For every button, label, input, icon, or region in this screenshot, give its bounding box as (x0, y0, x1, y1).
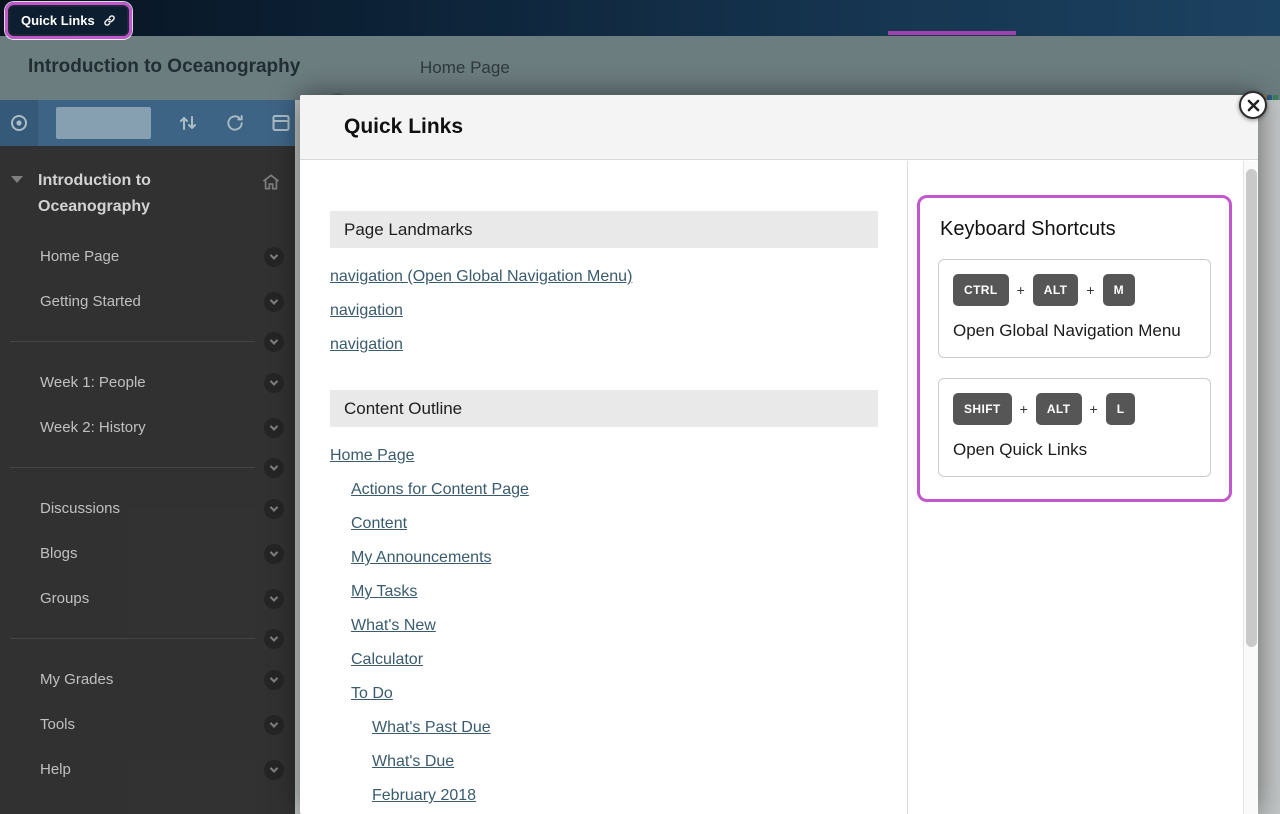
dialog-header: Quick Links (300, 95, 1258, 160)
outline-link[interactable]: What's Due (372, 753, 454, 770)
dialog-close-button[interactable] (1239, 91, 1267, 119)
outline-item: What's Due (330, 745, 878, 779)
keycap: M (1103, 274, 1135, 306)
content-outline-heading: Content Outline (330, 390, 878, 427)
outline-item: Calculator (330, 643, 878, 677)
plus-separator: + (1086, 282, 1094, 298)
landmark-link[interactable]: navigation (Open Global Navigation Menu) (330, 268, 632, 285)
dialog-scrollbar[interactable] (1243, 161, 1258, 814)
outline-item: What's New (330, 609, 878, 643)
outline-item: Actions for Content Page (330, 473, 878, 507)
quick-links-label: Quick Links (21, 13, 95, 28)
keycap: ALT (1033, 274, 1079, 306)
shortcut-card: CTRL + ALT + M Open Global Navigation Me… (938, 259, 1211, 358)
keycap: CTRL (953, 274, 1009, 306)
shortcut-description: Open Quick Links (953, 437, 1196, 462)
plus-separator: + (1020, 401, 1028, 417)
outline-link[interactable]: February 2018 (372, 787, 476, 804)
landmark-link[interactable]: navigation (330, 336, 403, 353)
content-outline-list: Home Page Actions for Content Page Conte… (330, 439, 878, 813)
landmarks-column: Page Landmarks navigation (Open Global N… (330, 161, 878, 813)
quick-links-button[interactable]: Quick Links (10, 7, 127, 34)
page-landmarks-heading: Page Landmarks (330, 211, 878, 248)
shortcut-description: Open Global Navigation Menu (953, 318, 1196, 343)
shortcuts-column: Keyboard Shortcuts CTRL + ALT + M Open G… (908, 161, 1242, 814)
outline-item: My Tasks (330, 575, 878, 609)
close-icon (1247, 99, 1260, 112)
outline-link[interactable]: Actions for Content Page (351, 481, 529, 498)
outline-link[interactable]: Content (351, 515, 407, 532)
outline-link[interactable]: What's New (351, 617, 436, 634)
outline-item: What's Past Due (330, 711, 878, 745)
shortcut-keys: CTRL + ALT + M (953, 274, 1196, 306)
shortcut-card: SHIFT + ALT + L Open Quick Links (938, 378, 1211, 477)
keycap: ALT (1036, 393, 1082, 425)
keyboard-shortcuts-box: Keyboard Shortcuts CTRL + ALT + M Open G… (917, 195, 1232, 502)
outline-item: To Do (330, 677, 878, 711)
outline-link[interactable]: My Announcements (351, 549, 492, 566)
keycap: SHIFT (953, 393, 1012, 425)
shortcut-keys: SHIFT + ALT + L (953, 393, 1196, 425)
dialog-body: Page Landmarks navigation (Open Global N… (300, 161, 1258, 814)
outline-link[interactable]: What's Past Due (372, 719, 491, 736)
outline-item: Home Page (330, 439, 878, 473)
blackboard-page: Quick Links Introduction to Oceanography… (0, 0, 1280, 814)
outline-link[interactable]: Calculator (351, 651, 423, 668)
landmark-item: navigation (330, 294, 878, 328)
dialog-title: Quick Links (344, 115, 463, 139)
landmark-item: navigation (Open Global Navigation Menu) (330, 260, 878, 294)
plus-separator: + (1017, 282, 1025, 298)
page-landmarks-list: navigation (Open Global Navigation Menu)… (330, 260, 878, 362)
scrollbar-thumb[interactable] (1246, 169, 1257, 647)
outline-link[interactable]: Home Page (330, 447, 415, 464)
outline-item: My Announcements (330, 541, 878, 575)
outline-link[interactable]: My Tasks (351, 583, 417, 600)
outline-link[interactable]: To Do (351, 685, 393, 702)
keyboard-shortcuts-heading: Keyboard Shortcuts (940, 218, 1211, 241)
outline-item: Content (330, 507, 878, 541)
keycap: L (1106, 393, 1136, 425)
landmark-link[interactable]: navigation (330, 302, 403, 319)
landmark-item: navigation (330, 328, 878, 362)
quick-links-dialog: Quick Links Page Landmarks navigation (O… (300, 95, 1258, 814)
plus-separator: + (1090, 401, 1098, 417)
link-icon (103, 14, 116, 27)
quick-links-highlight: Quick Links (5, 2, 132, 39)
outline-item: February 2018 (330, 779, 878, 813)
